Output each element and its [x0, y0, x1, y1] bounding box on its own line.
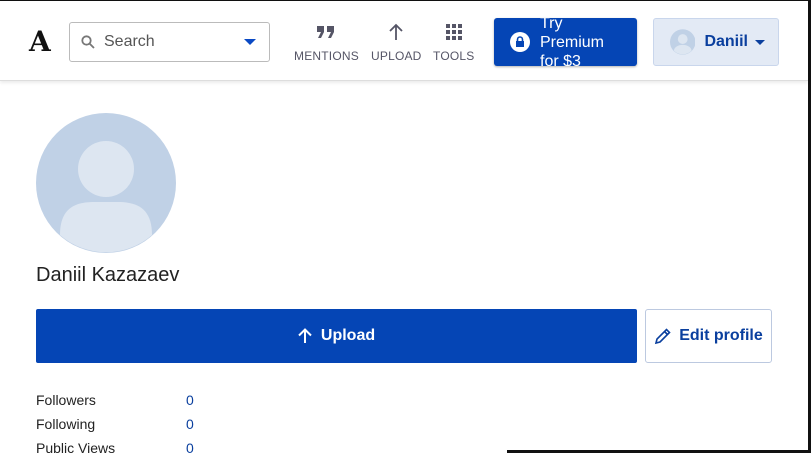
stat-value[interactable]: 0: [186, 392, 194, 408]
pencil-icon: [655, 328, 671, 345]
upload-label: Upload: [320, 327, 376, 344]
nav-tools[interactable]: TOOLS: [433, 21, 474, 63]
stat-label: Following: [36, 416, 96, 432]
arrow-up-icon: [298, 328, 312, 343]
nav-label: MENTIONS: [294, 49, 359, 63]
search-icon: [81, 35, 95, 49]
edit-profile-button[interactable]: Edit profile: [645, 309, 772, 363]
lock-icon: [510, 32, 530, 52]
grid-icon: [445, 21, 462, 43]
arrow-up-icon: [388, 21, 404, 43]
nav-label: TOOLS: [433, 49, 475, 63]
nav-mentions[interactable]: MENTIONS: [294, 21, 359, 63]
quote-icon: [316, 21, 336, 43]
search-placeholder: Search: [104, 33, 155, 50]
nav-label: UPLOAD: [371, 49, 422, 63]
try-premium-button[interactable]: Try Premium for $3: [494, 18, 637, 66]
chevron-down-icon: [755, 39, 765, 45]
top-bar: A Search MENTIONS UPLOAD TOOLS Try Premi…: [0, 1, 808, 81]
stat-label: Followers: [36, 392, 96, 408]
stat-value[interactable]: 0: [186, 416, 194, 432]
search-input[interactable]: Search: [69, 22, 270, 62]
edit-label: Edit profile: [679, 327, 763, 344]
user-menu-button[interactable]: Daniil: [653, 18, 779, 66]
stat-value[interactable]: 0: [186, 440, 194, 456]
nav-upload[interactable]: UPLOAD: [371, 21, 422, 63]
stat-following: Following 0: [36, 412, 194, 436]
stat-label: Public Views: [36, 440, 116, 456]
profile-avatar[interactable]: [36, 113, 176, 253]
logo[interactable]: A: [29, 25, 51, 58]
chevron-down-icon[interactable]: [244, 39, 256, 45]
user-name: Daniil: [704, 33, 748, 50]
upload-button[interactable]: Upload: [36, 309, 637, 363]
profile-name: Daniil Kazazaev: [36, 264, 180, 286]
stat-followers: Followers 0: [36, 388, 194, 412]
premium-label: Try Premium for $3: [540, 18, 605, 66]
avatar: [670, 29, 696, 55]
profile-stats: Followers 0 Following 0 Public Views 0: [36, 388, 194, 460]
stat-public-views: Public Views 0: [36, 436, 194, 460]
